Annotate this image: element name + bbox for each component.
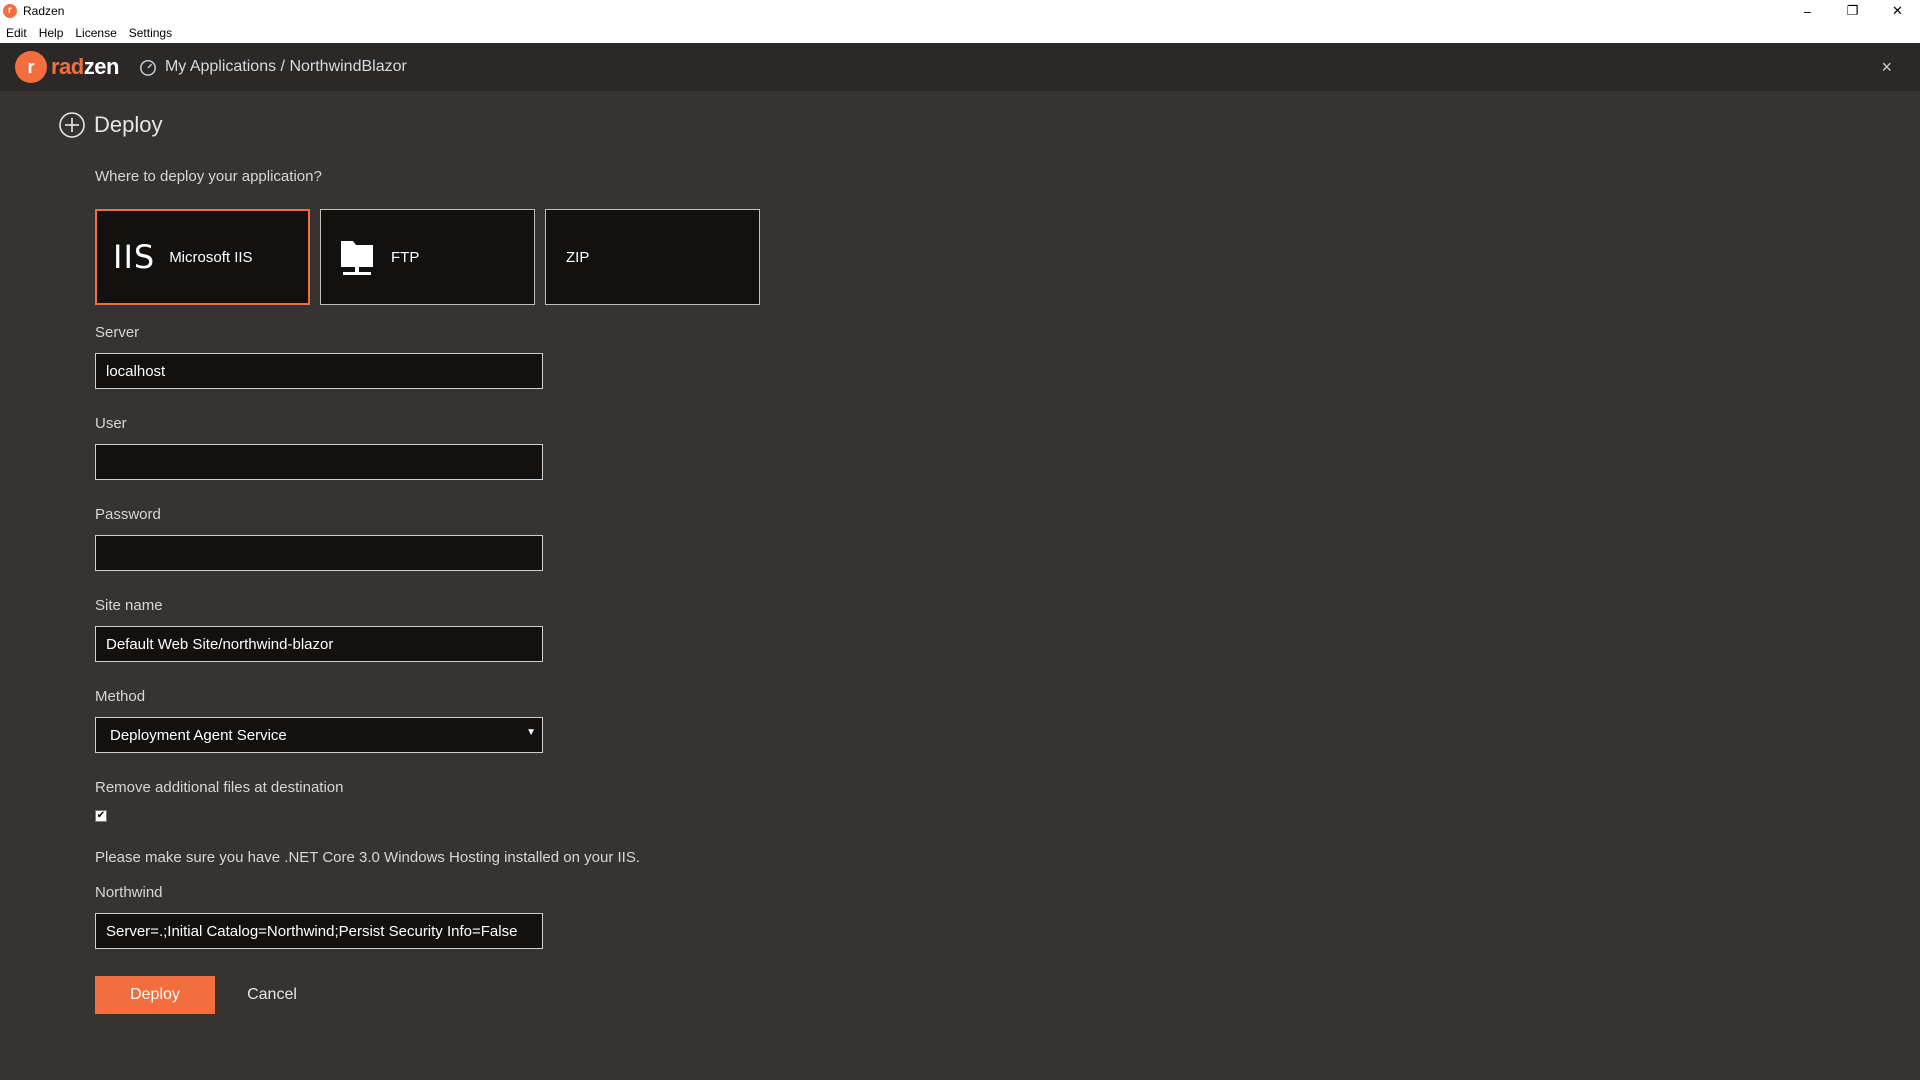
- user-label: User: [95, 415, 127, 432]
- menu-item-edit[interactable]: Edit: [0, 26, 33, 40]
- app-header: r radzen My Applications / NorthwindBlaz…: [0, 43, 1920, 91]
- menu-item-help[interactable]: Help: [33, 26, 70, 40]
- deploy-target-group: IIS Microsoft IIS FTP ZIP: [95, 209, 760, 305]
- server-label: Server: [95, 324, 140, 341]
- close-icon[interactable]: ×: [1881, 57, 1892, 78]
- remove-files-label: Remove additional files at destination: [95, 779, 344, 796]
- logo-text-suffix: zen: [83, 54, 120, 79]
- window-title: Radzen: [23, 4, 65, 18]
- iis-hosting-note: Please make sure you have .NET Core 3.0 …: [95, 849, 640, 866]
- target-label: Microsoft IIS: [169, 248, 253, 266]
- server-input[interactable]: [95, 353, 543, 389]
- window-title-bar: r Radzen – ❐ ✕: [0, 0, 1920, 22]
- method-label: Method: [95, 688, 146, 705]
- radzen-logo-icon[interactable]: r: [15, 51, 47, 83]
- method-select[interactable]: Deployment Agent Service ▼: [95, 717, 543, 753]
- ftp-folder-icon: [341, 241, 373, 275]
- target-label: ZIP: [566, 248, 590, 266]
- site-name-input[interactable]: [95, 626, 543, 662]
- dashboard-icon: [140, 59, 156, 76]
- page-title-text: Deploy: [94, 112, 163, 137]
- user-input[interactable]: [95, 444, 543, 480]
- dropdown-arrow-icon: ▼: [526, 727, 536, 738]
- close-window-button[interactable]: ✕: [1875, 0, 1920, 22]
- remove-files-checkbox[interactable]: ✔: [95, 810, 107, 822]
- window-controls: – ❐ ✕: [1785, 0, 1920, 22]
- checkmark-icon: ✔: [96, 810, 106, 821]
- iis-icon: IIS: [113, 238, 156, 276]
- radzen-logo-text[interactable]: radzen: [51, 54, 119, 80]
- password-input[interactable]: [95, 535, 543, 571]
- breadcrumb[interactable]: My Applications / NorthwindBlazor: [165, 58, 407, 76]
- target-zip[interactable]: ZIP: [545, 209, 760, 305]
- target-label: FTP: [391, 248, 420, 266]
- method-selected-value: Deployment Agent Service: [110, 726, 287, 744]
- menu-item-license[interactable]: License: [69, 26, 122, 40]
- radzen-app-icon: r: [3, 4, 17, 18]
- page-title: Deploy: [58, 111, 162, 139]
- deploy-question: Where to deploy your application?: [95, 168, 322, 185]
- target-ftp[interactable]: FTP: [320, 209, 535, 305]
- deploy-button[interactable]: Deploy: [95, 976, 215, 1014]
- northwind-label: Northwind: [95, 884, 163, 901]
- menu-bar: Edit Help License Settings: [0, 22, 1920, 44]
- target-microsoft-iis[interactable]: IIS Microsoft IIS: [95, 209, 310, 305]
- password-label: Password: [95, 506, 161, 523]
- add-circle-icon: [59, 112, 85, 138]
- northwind-connection-input[interactable]: [95, 913, 543, 949]
- minimize-button[interactable]: –: [1785, 0, 1830, 22]
- logo-text-prefix: rad: [51, 54, 84, 79]
- site-name-label: Site name: [95, 597, 163, 614]
- menu-item-settings[interactable]: Settings: [123, 26, 178, 40]
- restore-button[interactable]: ❐: [1830, 0, 1875, 22]
- cancel-button[interactable]: Cancel: [232, 976, 312, 1014]
